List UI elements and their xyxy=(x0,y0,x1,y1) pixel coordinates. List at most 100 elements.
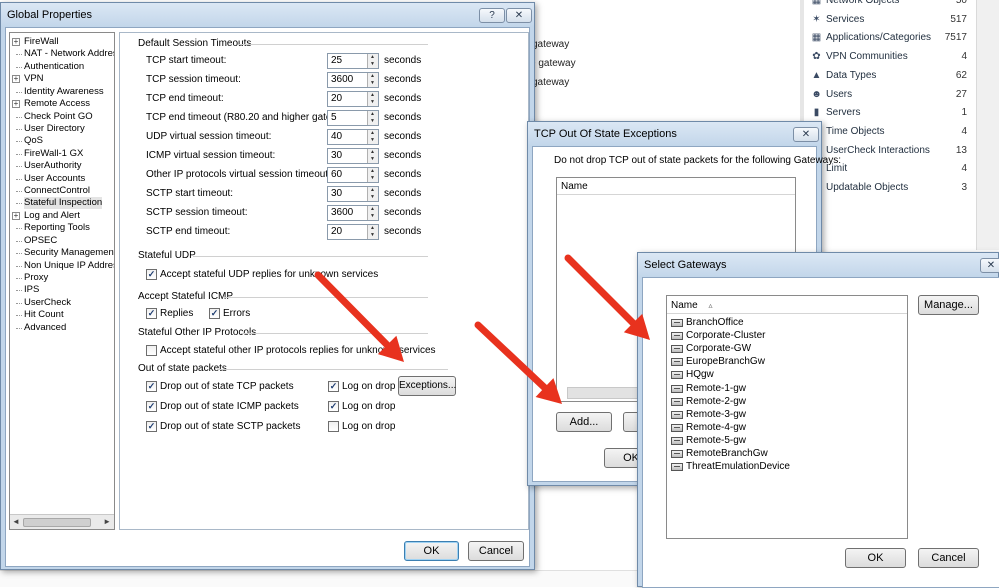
timeout-value[interactable]: 3600 xyxy=(331,207,353,218)
object-category-row[interactable]: Time Objects 4 xyxy=(800,123,976,141)
timeout-value[interactable]: 40 xyxy=(331,131,342,142)
tree-node[interactable]: User Directory xyxy=(10,123,114,135)
gateway-list-item[interactable]: Remote-5-gw xyxy=(671,435,901,448)
stepper-arrows[interactable]: ▲ ▼ xyxy=(367,187,378,201)
tree-node[interactable]: + FireWall xyxy=(10,36,114,48)
log-icmp-checkbox[interactable]: ✓ xyxy=(328,401,339,412)
tree-node[interactable]: Authentication xyxy=(10,61,114,73)
drop-icmp-checkbox[interactable]: ✓ xyxy=(146,401,157,412)
gateway-list-item[interactable]: Corporate-Cluster xyxy=(671,330,901,343)
timeout-stepper[interactable]: 40 ▲ ▼ xyxy=(327,129,379,145)
gateway-list-item[interactable]: ThreatEmulationDevice xyxy=(671,461,901,474)
stepper-up-icon[interactable]: ▲ xyxy=(370,168,375,174)
tree-node[interactable]: + Log and Alert xyxy=(10,210,114,222)
stepper-down-icon[interactable]: ▼ xyxy=(370,80,375,86)
timeout-value[interactable]: 3600 xyxy=(331,74,353,85)
objects-scrollbar[interactable] xyxy=(976,0,999,250)
tree-node[interactable]: User Accounts xyxy=(10,173,114,185)
stepper-arrows[interactable]: ▲ ▼ xyxy=(367,73,378,87)
object-category-row[interactable]: ▲ Data Types 62 xyxy=(800,67,976,85)
object-category-row[interactable]: ▦ Network Objects 50 xyxy=(800,0,976,10)
timeout-value[interactable]: 20 xyxy=(331,226,342,237)
log-sctp-checkbox[interactable] xyxy=(328,421,339,432)
scroll-thumb[interactable] xyxy=(23,518,91,527)
stepper-down-icon[interactable]: ▼ xyxy=(370,118,375,124)
stepper-arrows[interactable]: ▲ ▼ xyxy=(367,54,378,68)
other-ip-checkbox[interactable] xyxy=(146,345,157,356)
tree-horizontal-scrollbar[interactable]: ◄ ► xyxy=(10,514,114,529)
gateway-list-item[interactable]: RemoteBranchGw xyxy=(671,448,901,461)
tree-node[interactable]: UserAuthority xyxy=(10,160,114,172)
stepper-up-icon[interactable]: ▲ xyxy=(370,206,375,212)
drop-tcp-checkbox[interactable]: ✓ xyxy=(146,381,157,392)
timeout-stepper[interactable]: 60 ▲ ▼ xyxy=(327,167,379,183)
gateways-list[interactable]: Name ▵ BranchOffice Corporate-Cluster Corp… xyxy=(666,295,908,539)
properties-tree[interactable]: + FireWall NAT - Network Address Authentica… xyxy=(9,32,115,530)
gateway-list-item[interactable]: EuropeBranchGw xyxy=(671,356,901,369)
timeout-value[interactable]: 25 xyxy=(331,55,342,66)
help-button[interactable]: ? xyxy=(479,8,505,23)
tree-node[interactable]: Non Unique IP Address xyxy=(10,260,114,272)
stepper-up-icon[interactable]: ▲ xyxy=(370,111,375,117)
timeout-stepper[interactable]: 30 ▲ ▼ xyxy=(327,186,379,202)
drop-sctp-checkbox[interactable]: ✓ xyxy=(146,421,157,432)
stepper-up-icon[interactable]: ▲ xyxy=(370,54,375,60)
stepper-arrows[interactable]: ▲ ▼ xyxy=(367,92,378,106)
timeout-stepper[interactable]: 5 ▲ ▼ xyxy=(327,110,379,126)
timeout-value[interactable]: 20 xyxy=(331,93,342,104)
tree-node[interactable]: Check Point GO xyxy=(10,111,114,123)
gateway-list-item[interactable]: Remote-1-gw xyxy=(671,383,901,396)
tree-node[interactable]: Stateful Inspection xyxy=(10,197,114,210)
timeout-stepper[interactable]: 3600 ▲ ▼ xyxy=(327,205,379,221)
stepper-arrows[interactable]: ▲ ▼ xyxy=(367,111,378,125)
stepper-down-icon[interactable]: ▼ xyxy=(370,175,375,181)
stepper-arrows[interactable]: ▲ ▼ xyxy=(367,149,378,163)
timeout-stepper[interactable]: 3600 ▲ ▼ xyxy=(327,72,379,88)
timeout-value[interactable]: 30 xyxy=(331,150,342,161)
object-category-row[interactable]: ✶ Services 517 xyxy=(800,11,976,29)
ok-button[interactable]: OK xyxy=(845,548,906,568)
stepper-down-icon[interactable]: ▼ xyxy=(370,194,375,200)
gateway-list-item[interactable]: BranchOffice xyxy=(671,317,901,330)
object-category-row[interactable]: Updatable Objects 3 xyxy=(800,179,976,197)
tree-node[interactable]: + Remote Access xyxy=(10,98,114,110)
stepper-up-icon[interactable]: ▲ xyxy=(370,130,375,136)
timeout-value[interactable]: 5 xyxy=(331,112,337,123)
tree-node[interactable]: UserCheck xyxy=(10,297,114,309)
stepper-down-icon[interactable]: ▼ xyxy=(370,156,375,162)
tree-node[interactable]: Reporting Tools xyxy=(10,222,114,234)
object-category-row[interactable]: ▮ Servers 1 xyxy=(800,104,976,122)
tree-node[interactable]: IPS xyxy=(10,284,114,296)
tree-node[interactable]: + VPN xyxy=(10,73,114,85)
stepper-down-icon[interactable]: ▼ xyxy=(370,137,375,143)
gateway-list-item[interactable]: Remote-2-gw xyxy=(671,396,901,409)
expand-icon[interactable]: + xyxy=(12,211,20,220)
cancel-button[interactable]: Cancel xyxy=(918,548,979,568)
scroll-right-icon[interactable]: ► xyxy=(103,517,111,526)
manage-button[interactable]: Manage... xyxy=(918,295,979,315)
expand-icon[interactable]: + xyxy=(12,100,20,109)
ok-button[interactable]: OK xyxy=(404,541,459,561)
object-category-row[interactable]: ☻ Users 27 xyxy=(800,86,976,104)
gateway-list-item[interactable]: HQgw xyxy=(671,369,901,382)
tree-node[interactable]: NAT - Network Address xyxy=(10,48,114,60)
tree-node[interactable]: FireWall-1 GX xyxy=(10,148,114,160)
udp-replies-checkbox[interactable]: ✓ xyxy=(146,269,157,280)
tree-node[interactable]: OPSEC xyxy=(10,235,114,247)
tree-node[interactable]: Hit Count xyxy=(10,309,114,321)
stepper-down-icon[interactable]: ▼ xyxy=(370,61,375,67)
stepper-up-icon[interactable]: ▲ xyxy=(370,225,375,231)
stepper-up-icon[interactable]: ▲ xyxy=(370,92,375,98)
stepper-up-icon[interactable]: ▲ xyxy=(370,73,375,79)
gateway-list-item[interactable]: Remote-3-gw xyxy=(671,409,901,422)
stepper-arrows[interactable]: ▲ ▼ xyxy=(367,206,378,220)
exceptions-button[interactable]: Exceptions... xyxy=(398,376,456,396)
name-column-header[interactable]: Name xyxy=(557,178,795,195)
gateway-list-item[interactable]: Corporate-GW xyxy=(671,343,901,356)
stepper-arrows[interactable]: ▲ ▼ xyxy=(367,225,378,239)
icmp-errors-checkbox[interactable]: ✓ xyxy=(209,308,220,319)
tree-node[interactable]: Identity Awareness xyxy=(10,86,114,98)
expand-icon[interactable]: + xyxy=(12,38,20,46)
tree-node[interactable]: Security Management A xyxy=(10,247,114,259)
log-tcp-checkbox[interactable]: ✓ xyxy=(328,381,339,392)
